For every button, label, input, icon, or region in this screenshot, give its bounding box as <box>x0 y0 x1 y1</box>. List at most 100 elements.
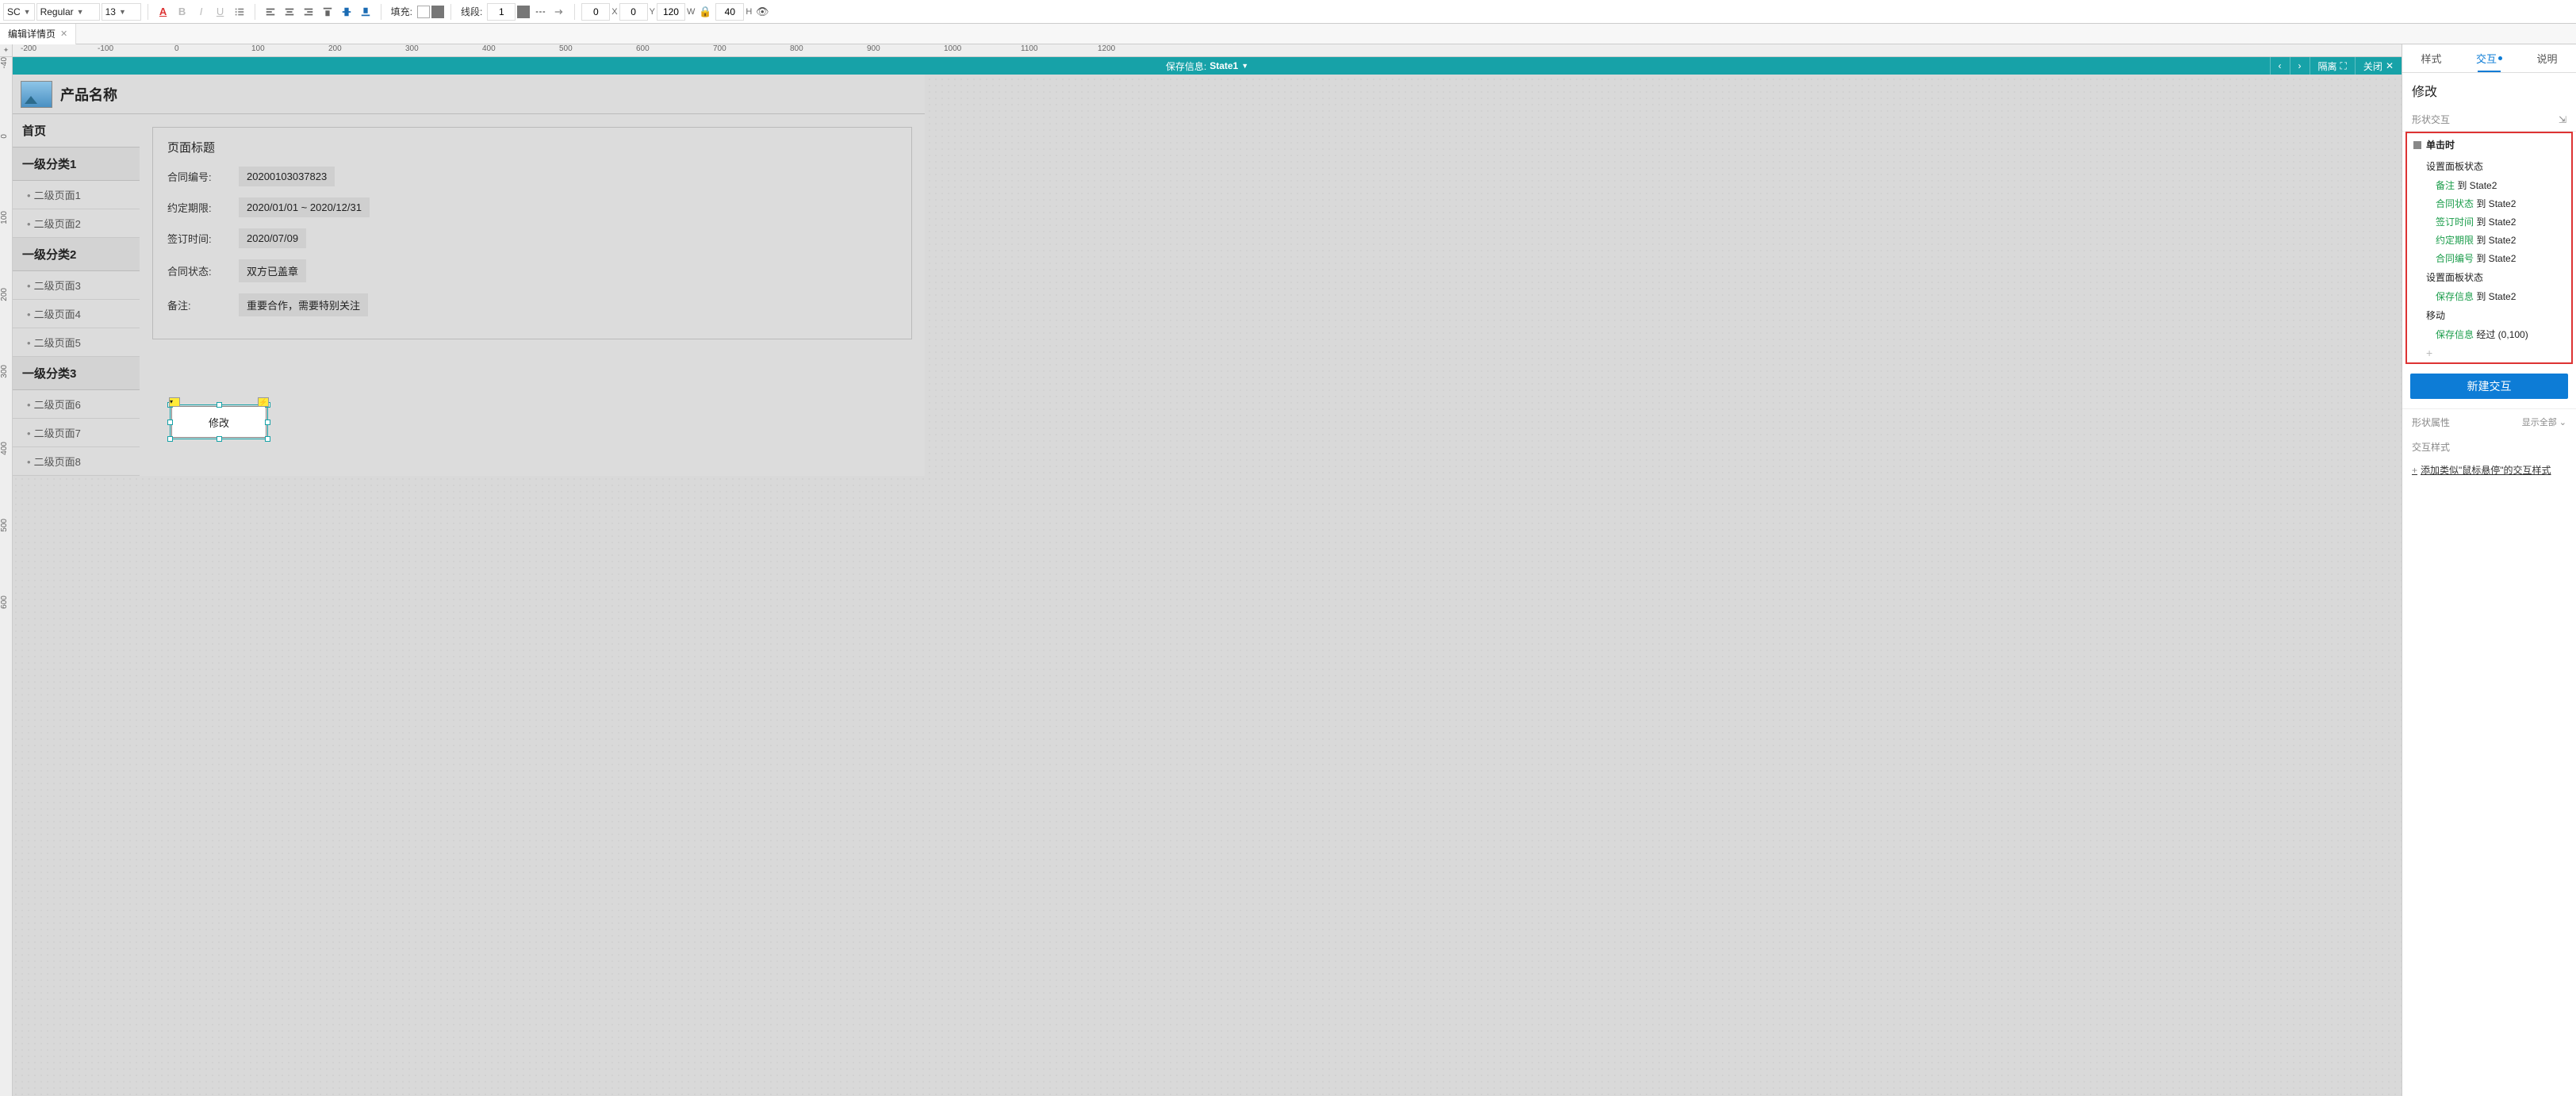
w-input[interactable] <box>657 3 685 21</box>
page-tab[interactable]: 编辑详情页 ✕ <box>0 24 76 44</box>
new-interaction-button[interactable]: 新建交互 <box>2410 374 2568 399</box>
line-color-icon[interactable] <box>517 6 530 18</box>
italic-icon[interactable]: I <box>193 3 210 21</box>
add-action-icon[interactable]: + <box>2407 343 2571 362</box>
tab-notes[interactable]: 说明 <box>2518 44 2576 72</box>
ix-target[interactable]: 保存信息 经过 (0,100) <box>2407 325 2571 343</box>
list-icon[interactable] <box>231 3 248 21</box>
next-state-icon[interactable]: › <box>2290 57 2310 75</box>
sidebar-item[interactable]: 二级页面1 <box>13 181 140 209</box>
action-move[interactable]: 移动 <box>2407 305 2571 325</box>
ix-target[interactable]: 约定期限 到 State2 <box>2407 231 2571 249</box>
sidebar-category[interactable]: 一级分类2 <box>13 238 140 271</box>
fill-none-icon[interactable] <box>417 6 430 18</box>
font-size-select[interactable]: 13▼ <box>102 3 141 21</box>
field-value: 2020/01/01 ~ 2020/12/31 <box>239 197 370 217</box>
field-value: 20200103037823 <box>239 167 335 186</box>
product-title: 产品名称 <box>60 84 117 105</box>
show-all-link[interactable]: 显示全部 ⌄ <box>2522 416 2566 429</box>
widget-name[interactable]: 修改 <box>2402 73 2576 108</box>
x-input[interactable] <box>581 3 610 21</box>
resize-handle[interactable] <box>167 420 173 425</box>
interaction-styles-header: 交互样式 <box>2402 435 2576 458</box>
card-title: 页面标题 <box>167 139 897 155</box>
field-row: 签订时间:2020/07/09 <box>167 228 897 248</box>
canvas[interactable]: 保存信息: State1 ▼ ‹ › 隔离 ⛶ 关闭 ✕ 产品名称 <box>13 57 2402 1096</box>
align-right-icon[interactable] <box>300 3 317 21</box>
mock-page: 产品名称 首页 一级分类1二级页面1二级页面2一级分类2二级页面3二级页面4二级… <box>13 75 925 476</box>
ruler-horizontal: -200-10001002003004005006007008009001000… <box>13 44 2402 57</box>
ix-target[interactable]: 备注 到 State2 <box>2407 176 2571 194</box>
interaction-box: 单击时 设置面板状态 备注 到 State2合同状态 到 State2签订时间 … <box>2405 132 2573 364</box>
tab-interactions[interactable]: 交互 <box>2460 44 2518 72</box>
field-value: 双方已盖章 <box>239 259 306 282</box>
sidebar-item[interactable]: 二级页面3 <box>13 271 140 300</box>
note-badge-icon[interactable]: ▾ <box>169 397 180 407</box>
arrow-icon[interactable] <box>550 3 568 21</box>
h-input[interactable] <box>715 3 744 21</box>
sidebar-home[interactable]: 首页 <box>13 114 140 148</box>
sidebar-category[interactable]: 一级分类3 <box>13 357 140 390</box>
tab-style[interactable]: 样式 <box>2402 44 2460 72</box>
resize-handle[interactable] <box>167 436 173 442</box>
font-family-select[interactable]: SC▼ <box>3 3 35 21</box>
interaction-badge-icon[interactable]: ⚡ <box>258 397 269 407</box>
valign-middle-icon[interactable] <box>338 3 355 21</box>
underline-icon[interactable]: U <box>212 3 229 21</box>
mock-header: 产品名称 <box>13 75 925 114</box>
format-toolbar: SC▼ Regular▼ 13▼ A B I U 填充: 线段: X Y W 🔒… <box>0 0 2576 24</box>
ix-target[interactable]: 保存信息 到 State2 <box>2407 287 2571 305</box>
field-row: 合同状态:双方已盖章 <box>167 259 897 282</box>
align-left-icon[interactable] <box>262 3 279 21</box>
sidebar-item[interactable]: 二级页面8 <box>13 447 140 476</box>
sidebar-item[interactable]: 二级页面4 <box>13 300 140 328</box>
align-center-icon[interactable] <box>281 3 298 21</box>
event-onclick[interactable]: 单击时 <box>2407 133 2571 156</box>
lock-aspect-icon[interactable]: 🔒 <box>696 3 714 21</box>
text-color-icon[interactable]: A <box>155 3 172 21</box>
line-width-input[interactable] <box>487 3 516 21</box>
sidebar-category[interactable]: 一级分类1 <box>13 148 140 181</box>
valign-bottom-icon[interactable] <box>357 3 374 21</box>
action-set-panel-state-1[interactable]: 设置面板状态 <box>2407 156 2571 176</box>
font-weight-select[interactable]: Regular▼ <box>36 3 100 21</box>
field-label: 合同状态: <box>167 263 239 278</box>
field-label: 备注: <box>167 297 239 312</box>
resize-handle[interactable] <box>265 436 270 442</box>
sidebar-item[interactable]: 二级页面6 <box>13 390 140 419</box>
sidebar-item[interactable]: 二级页面5 <box>13 328 140 357</box>
resize-handle[interactable] <box>217 402 222 408</box>
field-value: 2020/07/09 <box>239 228 306 248</box>
ix-target[interactable]: 合同编号 到 State2 <box>2407 249 2571 267</box>
dynamic-panel-state-bar: 保存信息: State1 ▼ ‹ › 隔离 ⛶ 关闭 ✕ <box>13 57 2402 75</box>
y-input[interactable] <box>619 3 648 21</box>
close-panel-button[interactable]: 关闭 ✕ <box>2355 57 2402 75</box>
state-dropdown-icon[interactable]: ▼ <box>1241 62 1248 70</box>
action-set-panel-state-2[interactable]: 设置面板状态 <box>2407 267 2571 287</box>
collapse-icon[interactable] <box>2413 141 2421 149</box>
shape-properties-header[interactable]: 形状属性 显示全部 ⌄ <box>2402 408 2576 435</box>
ix-target[interactable]: 签订时间 到 State2 <box>2407 213 2571 231</box>
page-tabs: 编辑详情页 ✕ <box>0 24 2576 44</box>
line-label: 线段: <box>461 5 482 18</box>
ruler-origin: ✦ <box>0 44 13 57</box>
fill-color-icon[interactable] <box>431 6 444 18</box>
valign-top-icon[interactable] <box>319 3 336 21</box>
visibility-icon[interactable]: 👁 <box>753 3 771 21</box>
content-card: 页面标题 合同编号:20200103037823约定期限:2020/01/01 … <box>152 127 912 339</box>
field-label: 约定期限: <box>167 200 239 215</box>
sidebar-item[interactable]: 二级页面7 <box>13 419 140 447</box>
inspector-tabs: 样式 交互 说明 <box>2402 44 2576 73</box>
resize-handle[interactable] <box>217 436 222 442</box>
line-style-icon[interactable] <box>531 3 549 21</box>
isolate-button[interactable]: 隔离 ⛶ <box>2310 57 2355 75</box>
resize-handle[interactable] <box>265 420 270 425</box>
bold-icon[interactable]: B <box>174 3 191 21</box>
state-name[interactable]: State1 <box>1209 60 1238 71</box>
sidebar-item[interactable]: 二级页面2 <box>13 209 140 238</box>
close-tab-icon[interactable]: ✕ <box>60 29 67 39</box>
prev-state-icon[interactable]: ‹ <box>2270 57 2290 75</box>
ix-target[interactable]: 合同状态 到 State2 <box>2407 194 2571 213</box>
add-hover-style-link[interactable]: 添加类似"鼠标悬停"的交互样式 <box>2402 458 2576 481</box>
expand-icon[interactable]: ⇲ <box>2559 114 2566 125</box>
